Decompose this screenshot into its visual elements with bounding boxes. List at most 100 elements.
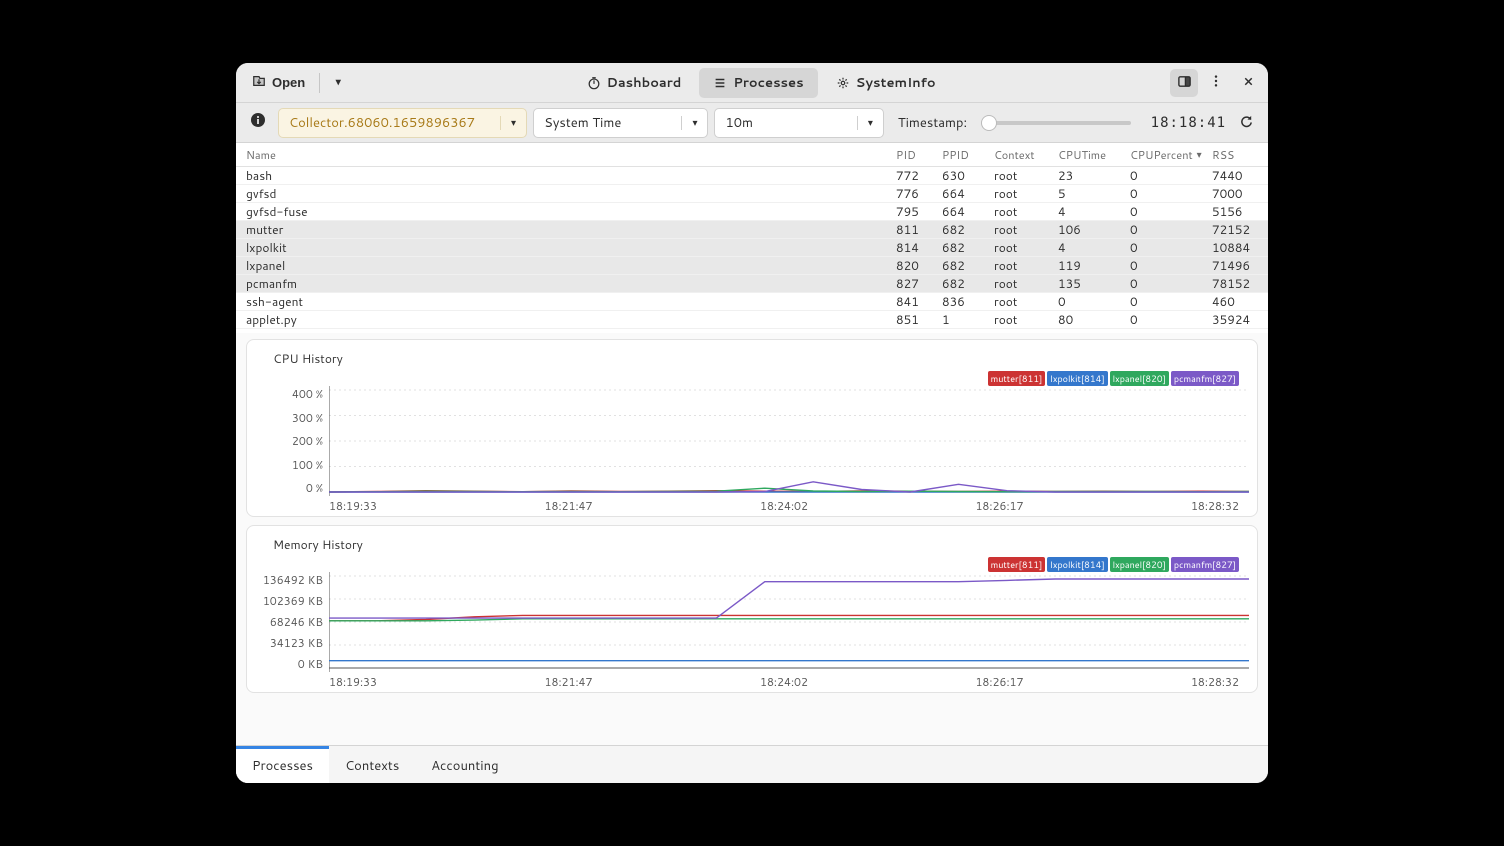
table-row[interactable]: applet.py8511root80035924 [236, 311, 1268, 329]
legend-entry[interactable]: lxpolkit[814] [1047, 557, 1107, 572]
axis-tick: 68246 KB [270, 614, 323, 630]
legend-entry[interactable]: lxpanel[820] [1110, 557, 1169, 572]
legend-entry[interactable]: lxpanel[820] [1110, 371, 1169, 386]
range-label: 10m [715, 114, 856, 132]
mem-plot: 136492 KB102369 KB68246 KB34123 KB0 KB [255, 572, 1249, 672]
nav-tab-label: SystemInfo [856, 74, 936, 92]
table-row[interactable]: gvfsd776664root507000 [236, 185, 1268, 203]
nav-tabs: Dashboard Processes SystemInfo [356, 68, 1166, 98]
axis-tick: 18:26:17 [975, 498, 1023, 514]
open-button[interactable]: Open [242, 69, 315, 97]
axis-tick: 0 KB [298, 656, 323, 672]
col-cpupercent[interactable]: CPUPercent ▾ [1130, 147, 1212, 163]
axis-tick: 18:24:02 [760, 674, 808, 690]
open-dropdown-button[interactable]: ▾ [324, 69, 352, 97]
clock-combo[interactable]: System Time ▾ [533, 108, 708, 138]
filterbar: Collector.68060.1659896367 ▾ System Time… [236, 103, 1268, 143]
axis-tick: 18:21:47 [544, 674, 592, 690]
col-cputime[interactable]: CPUTime [1058, 147, 1130, 163]
table-row[interactable]: pcmanfm827682root135078152 [236, 275, 1268, 293]
axis-tick: 18:19:33 [329, 674, 377, 690]
mem-chart-card: Memory History mutter[811]lxpolkit[814]l… [246, 525, 1258, 693]
axis-tick: 200 % [292, 433, 323, 449]
axis-tick: 0 % [306, 480, 323, 496]
cpu-chart-card: CPU History mutter[811]lxpolkit[814]lxpa… [246, 339, 1258, 517]
axis-tick: 34123 KB [270, 635, 323, 651]
axis-tick: 18:24:02 [760, 498, 808, 514]
info-button[interactable] [244, 109, 272, 137]
timestamp-label: Timestamp: [898, 114, 967, 132]
info-icon [250, 112, 266, 133]
kebab-icon [1209, 74, 1223, 91]
process-table: Name PID PPID Context CPUTime CPUPercent… [236, 143, 1268, 333]
legend-entry[interactable]: lxpolkit[814] [1047, 371, 1107, 386]
range-arrow[interactable]: ▾ [857, 116, 883, 130]
table-header: Name PID PPID Context CPUTime CPUPercent… [236, 143, 1268, 167]
cpu-chart-title: CPU History [255, 346, 1249, 371]
col-pid[interactable]: PID [896, 147, 942, 163]
cpu-y-axis: 400 %300 %200 %100 %0 % [255, 386, 329, 496]
chevron-down-icon: ▾ [336, 77, 341, 88]
panel-icon [1177, 74, 1192, 92]
collector-combo[interactable]: Collector.68060.1659896367 ▾ [278, 108, 527, 138]
legend-entry[interactable]: mutter[811] [988, 371, 1046, 386]
table-row[interactable]: lxpolkit814682root4010884 [236, 239, 1268, 257]
collector-arrow[interactable]: ▾ [500, 116, 526, 130]
menu-button[interactable] [1202, 69, 1230, 97]
cpu-plot-area[interactable] [329, 386, 1249, 496]
mem-y-axis: 136492 KB102369 KB68246 KB34123 KB0 KB [255, 572, 329, 672]
nav-tab-label: Processes [733, 74, 803, 92]
table-row[interactable]: gvfsd-fuse795664root405156 [236, 203, 1268, 221]
axis-tick: 18:19:33 [329, 498, 377, 514]
clock-label: System Time [534, 114, 681, 132]
open-icon [252, 74, 266, 91]
mem-x-axis: 18:19:3318:21:4718:24:0218:26:1718:28:32 [255, 674, 1249, 690]
mem-chart-title: Memory History [255, 532, 1249, 557]
nav-tab-processes[interactable]: Processes [699, 68, 817, 98]
table-row[interactable]: lxpanel820682root119071496 [236, 257, 1268, 275]
axis-tick: 136492 KB [263, 572, 323, 588]
nav-tab-systeminfo[interactable]: SystemInfo [822, 68, 950, 98]
slider-thumb[interactable] [981, 115, 997, 131]
cpu-plot: 400 %300 %200 %100 %0 % [255, 386, 1249, 496]
side-panel-button[interactable] [1170, 69, 1198, 97]
axis-tick: 100 % [292, 457, 323, 473]
col-context[interactable]: Context [994, 147, 1058, 163]
legend-entry[interactable]: mutter[811] [988, 557, 1046, 572]
refresh-button[interactable] [1232, 109, 1260, 137]
range-combo[interactable]: 10m ▾ [714, 108, 883, 138]
app-window: Open ▾ Dashboard Processes [236, 63, 1268, 783]
table-row[interactable]: ssh-agent841836root00460 [236, 293, 1268, 311]
axis-tick: 18:28:32 [1191, 674, 1239, 690]
mem-legend: mutter[811]lxpolkit[814]lxpanel[820]pcma… [255, 557, 1249, 572]
col-ppid[interactable]: PPID [942, 147, 994, 163]
chevron-down-icon: ▾ [511, 116, 516, 130]
col-name[interactable]: Name [236, 147, 896, 163]
axis-tick: 18:28:32 [1191, 498, 1239, 514]
list-icon [713, 76, 727, 90]
timestamp-value: 18:18:41 [1151, 115, 1226, 131]
table-row[interactable]: mutter811682root106072152 [236, 221, 1268, 239]
axis-tick: 18:21:47 [544, 498, 592, 514]
table-row[interactable]: bash772630root2307440 [236, 167, 1268, 185]
legend-entry[interactable]: pcmanfm[827] [1171, 371, 1239, 386]
axis-tick: 300 % [292, 410, 323, 426]
bottom-tab-processes[interactable]: Processes [236, 746, 329, 783]
bottom-tabs: Processes Contexts Accounting [236, 745, 1268, 783]
clock-arrow[interactable]: ▾ [681, 116, 707, 130]
close-icon [1242, 75, 1255, 91]
close-button[interactable] [1234, 69, 1262, 97]
timestamp-slider[interactable] [981, 121, 1130, 125]
titlebar: Open ▾ Dashboard Processes [236, 63, 1268, 103]
chevron-down-icon: ▾ [868, 116, 873, 130]
mem-plot-area[interactable] [329, 572, 1249, 672]
cpu-legend: mutter[811]lxpolkit[814]lxpanel[820]pcma… [255, 371, 1249, 386]
legend-entry[interactable]: pcmanfm[827] [1171, 557, 1239, 572]
stopwatch-icon [587, 76, 601, 90]
bottom-tab-contexts[interactable]: Contexts [329, 746, 415, 783]
charts-area: CPU History mutter[811]lxpolkit[814]lxpa… [236, 333, 1268, 745]
bottom-tab-accounting[interactable]: Accounting [415, 746, 514, 783]
nav-tab-dashboard[interactable]: Dashboard [573, 68, 696, 98]
table-body: bash772630root2307440gvfsd776664root5070… [236, 167, 1268, 329]
col-rss[interactable]: RSS [1212, 147, 1268, 163]
